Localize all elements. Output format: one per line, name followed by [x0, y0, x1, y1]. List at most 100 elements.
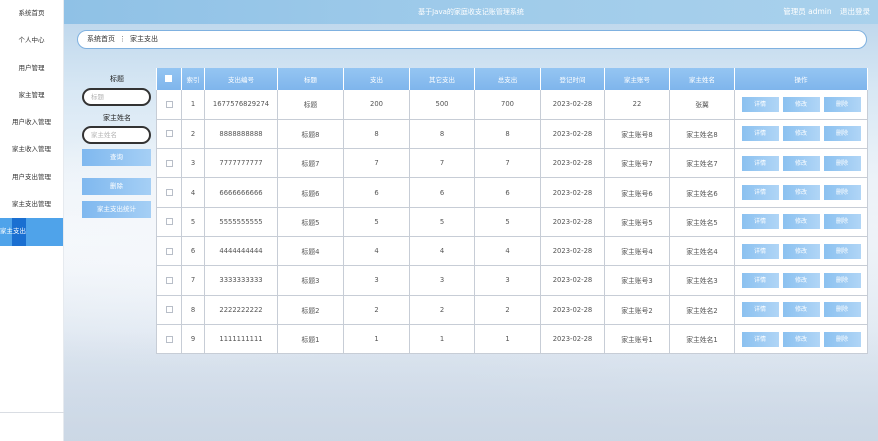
row-actions: 详情 修改 删除 — [734, 177, 868, 208]
detail-button[interactable]: 详情 — [741, 302, 779, 318]
table-cell: 1 — [474, 324, 541, 355]
row-checkbox[interactable] — [156, 148, 182, 179]
detail-button[interactable]: 详情 — [741, 126, 779, 142]
delete-button[interactable]: 删除 — [823, 155, 861, 171]
sidebar: 系统首页 个人中心用户管理家主管理用户收入管理家主收入管理用户支出管理家主支出管理… — [0, 0, 64, 441]
row-checkbox[interactable] — [156, 324, 182, 355]
delete-button[interactable]: 删除 — [823, 214, 861, 230]
sidebar-item-label: 用户支出管理 — [12, 172, 51, 181]
table-cell: 3 — [343, 265, 410, 296]
checkbox-box[interactable] — [165, 335, 173, 343]
sidebar-item-label: 家主支出 — [0, 227, 26, 236]
table-cell: 5 — [181, 207, 205, 237]
edit-button[interactable]: 修改 — [782, 155, 820, 171]
name-filter-input[interactable] — [82, 126, 151, 144]
checkbox-box[interactable] — [165, 276, 173, 284]
title-filter-input[interactable] — [82, 88, 151, 106]
sidebar-item[interactable]: 个人中心 — [0, 27, 63, 54]
detail-button[interactable]: 详情 — [741, 331, 779, 347]
checkbox-box[interactable] — [165, 189, 173, 197]
table-cell: 7 — [474, 148, 541, 179]
checkbox-box[interactable] — [165, 100, 173, 108]
sidebar-divider — [0, 412, 64, 413]
edit-button[interactable]: 修改 — [782, 126, 820, 142]
edit-button[interactable]: 修改 — [782, 331, 820, 347]
table-cell: 200 — [343, 90, 410, 120]
row-checkbox[interactable] — [156, 90, 182, 120]
table-cell: 家主姓名5 — [669, 207, 735, 237]
row-actions: 详情 修改 删除 — [734, 265, 868, 296]
table-cell: 7777777777 — [204, 148, 278, 179]
detail-button[interactable]: 详情 — [741, 185, 779, 201]
sidebar-item[interactable]: 家主支出 — [0, 218, 63, 246]
detail-button[interactable]: 详情 — [741, 96, 779, 112]
delete-button[interactable]: 删除 — [823, 272, 861, 288]
delete-button[interactable]: 删除 — [823, 96, 861, 112]
edit-button[interactable]: 修改 — [782, 185, 820, 201]
stats-button[interactable]: 家主支出统计 — [82, 201, 151, 218]
sidebar-item-label: 用户收入管理 — [12, 118, 51, 127]
table-cell: 2023-02-28 — [540, 148, 605, 179]
sidebar-item-label: 家主管理 — [18, 90, 45, 99]
search-button[interactable]: 查询 — [82, 149, 151, 166]
row-checkbox[interactable] — [156, 177, 182, 208]
edit-button[interactable]: 修改 — [782, 96, 820, 112]
table-cell: 2023-02-28 — [540, 177, 605, 208]
delete-button[interactable]: 删除 — [823, 302, 861, 318]
detail-button[interactable]: 详情 — [741, 243, 779, 259]
edit-button[interactable]: 修改 — [782, 272, 820, 288]
checkbox-box[interactable] — [165, 247, 173, 255]
delete-button[interactable]: 删除 — [823, 243, 861, 259]
col-owner-account: 家主账号 — [604, 68, 670, 90]
checkbox-box[interactable] — [165, 159, 173, 167]
select-all-checkbox[interactable] — [156, 68, 182, 90]
edit-button[interactable]: 修改 — [782, 214, 820, 230]
table-cell: 6 — [409, 177, 475, 208]
delete-button[interactable]: 删除 — [823, 185, 861, 201]
table-cell: 标题6 — [277, 177, 344, 208]
table-cell: 2023-02-28 — [540, 236, 605, 267]
sidebar-item[interactable]: 家主支出管理 — [0, 191, 63, 218]
sidebar-item[interactable]: 用户收入管理 — [0, 109, 63, 136]
delete-button[interactable]: 删除 — [823, 126, 861, 142]
row-checkbox[interactable] — [156, 295, 182, 325]
sidebar-item[interactable]: 用户支出管理 — [0, 164, 63, 191]
row-checkbox[interactable] — [156, 119, 182, 150]
table-row: 3 7777777777 标题7 7 7 7 2023-02-28 家主账号7 家主姓名7 详情修… — [156, 148, 868, 179]
detail-button[interactable]: 详情 — [741, 155, 779, 171]
table-cell: 家主账号8 — [604, 119, 670, 150]
batch-delete-button[interactable]: 删除 — [82, 178, 151, 195]
table-cell: 4444444444 — [204, 236, 278, 267]
table-cell: 500 — [409, 90, 475, 120]
title-filter-label: 标题 — [110, 75, 124, 83]
detail-button[interactable]: 详情 — [741, 272, 779, 288]
sidebar-item[interactable]: 系统首页 — [0, 0, 63, 27]
sidebar-item[interactable]: 用户管理 — [0, 55, 63, 82]
row-checkbox[interactable] — [156, 207, 182, 237]
table-row: 2 8888888888 标题8 8 8 8 2023-02-28 家主账号8 家主姓名8 详情修… — [156, 119, 868, 150]
sidebar-item[interactable]: 家主收入管理 — [0, 136, 63, 163]
table-cell: 7 — [343, 148, 410, 179]
logout-link[interactable]: 退出登录 — [840, 7, 870, 16]
breadcrumb-home[interactable]: 系统首页 — [87, 35, 115, 43]
sidebar-item-label: 用户管理 — [18, 63, 45, 72]
table-cell: 家主姓名1 — [669, 324, 735, 355]
detail-button[interactable]: 详情 — [741, 214, 779, 230]
edit-button[interactable]: 修改 — [782, 243, 820, 259]
checkbox-box[interactable] — [165, 218, 173, 226]
edit-button[interactable]: 修改 — [782, 302, 820, 318]
table-cell: 6 — [343, 177, 410, 208]
table-cell: 家主账号2 — [604, 295, 670, 325]
sidebar-item[interactable]: 家主管理 — [0, 82, 63, 109]
checkbox-box[interactable] — [165, 306, 173, 314]
delete-button[interactable]: 删除 — [823, 331, 861, 347]
table-cell: 2023-02-28 — [540, 295, 605, 325]
table-cell: 家主姓名3 — [669, 265, 735, 296]
row-checkbox[interactable] — [156, 265, 182, 296]
row-actions: 详情 修改 删除 — [734, 119, 868, 150]
table-cell: 4 — [343, 236, 410, 267]
table-cell: 700 — [474, 90, 541, 120]
checkbox-box[interactable] — [165, 130, 173, 138]
table-header-row: 索引 支出编号 标题 支出 其它支出 总支出 登记时间 家主账号 家主姓名 操作 — [156, 68, 868, 90]
row-checkbox[interactable] — [156, 236, 182, 267]
